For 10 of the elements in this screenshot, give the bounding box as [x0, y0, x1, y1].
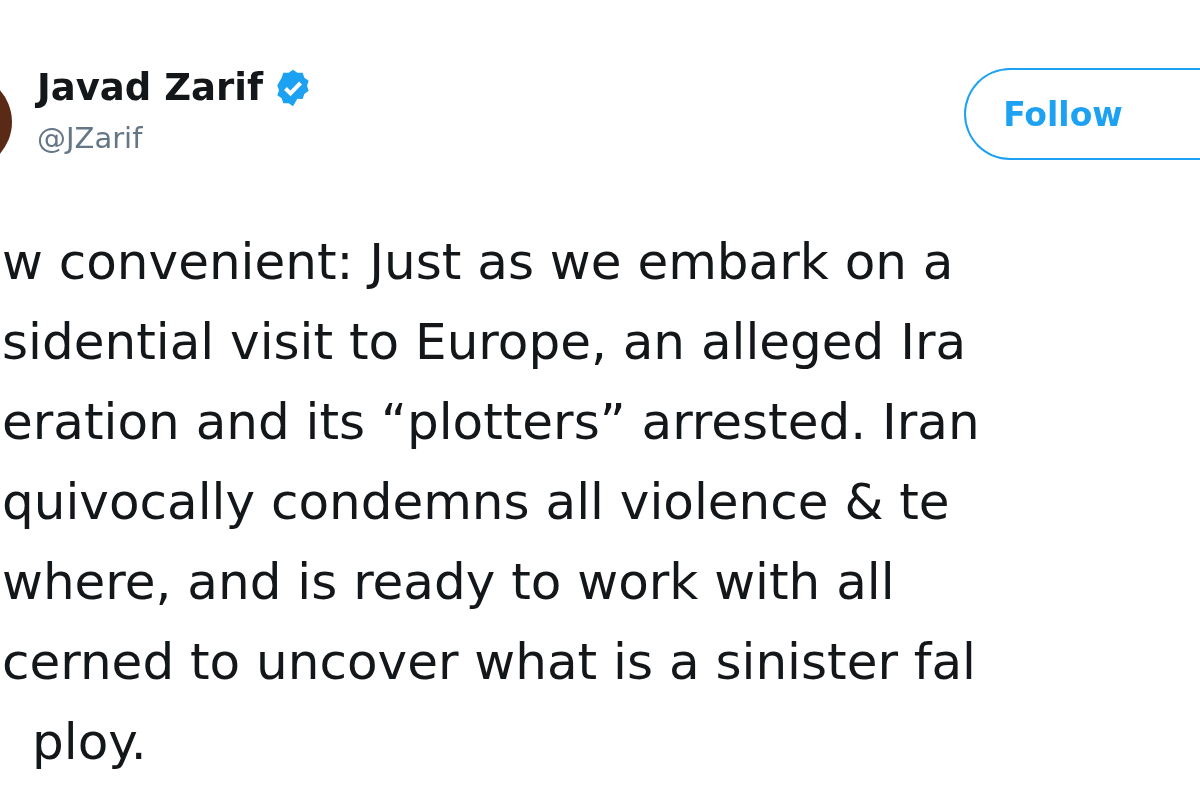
tweet-text-line: where, and is ready to work with all — [2, 552, 895, 613]
tweet-text-line: quivocally condemns all violence & te — [2, 472, 950, 533]
tweet-text-line: cerned to uncover what is a sinister fal — [2, 632, 976, 693]
tweet-text-line: ploy. — [32, 712, 147, 773]
tweet-text-line: sidential visit to Europe, an alleged Ira — [2, 312, 967, 373]
author-handle: @JZarif — [37, 121, 144, 155]
author-name: Javad Zarif — [37, 66, 263, 109]
follow-button[interactable]: Follow — [964, 68, 1200, 160]
tweet-text-line: eration and its “plotters” arrested. Iran — [2, 392, 980, 453]
tweet-text-line: w convenient: Just as we embark on a — [2, 232, 954, 293]
